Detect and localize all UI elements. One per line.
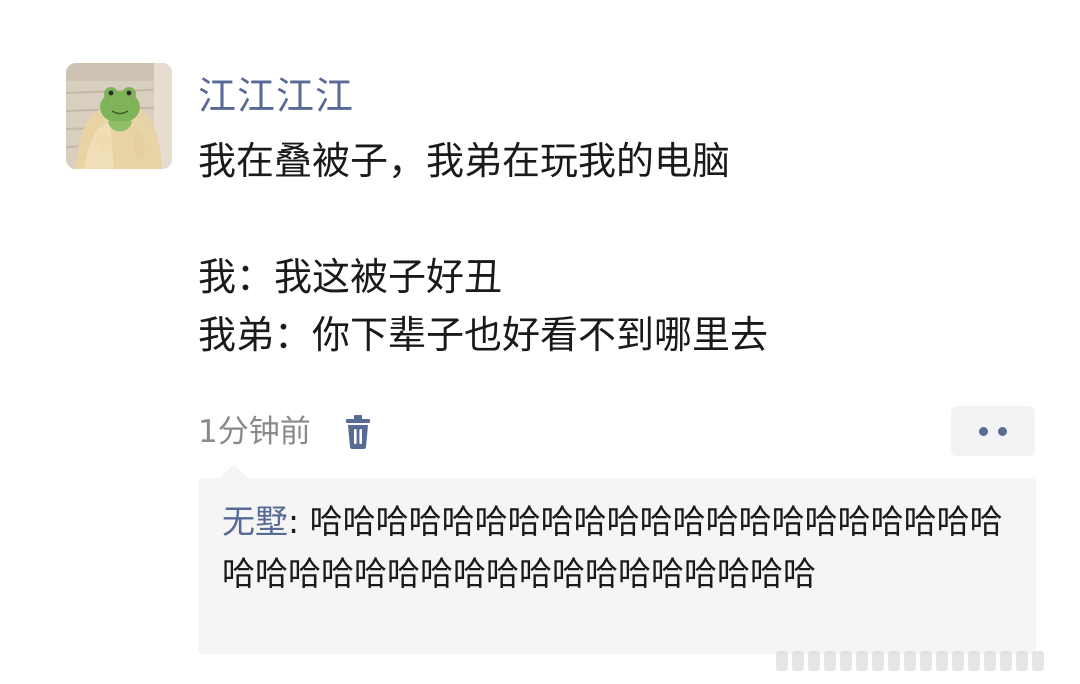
watermark-mark: [1016, 651, 1028, 671]
more-dots-icon[interactable]: [951, 406, 1035, 456]
post-content-line: 我在叠被子，我弟在玩我的电脑: [198, 139, 731, 183]
more-dot: [998, 426, 1007, 436]
more-dot: [979, 426, 988, 436]
watermark-mark: [824, 651, 836, 671]
watermark-mark: [776, 651, 788, 671]
post-content-line: 我弟：你下辈子也好看不到哪里去: [198, 313, 769, 357]
post-content: 我在叠被子，我弟在玩我的电脑 我：我这被子好丑 我弟：你下辈子也好看不到哪里去: [198, 132, 1048, 364]
post-content-line: [198, 190, 1048, 248]
trash-icon[interactable]: [341, 412, 375, 452]
watermark-mark: [920, 651, 932, 671]
watermark-mark: [1000, 651, 1012, 671]
watermark-mark: [968, 651, 980, 671]
watermark-mark: [952, 651, 964, 671]
post-meta: 1分钟前: [198, 406, 375, 458]
avatar[interactable]: [66, 63, 172, 169]
comment-author[interactable]: 无墅: [222, 502, 288, 541]
watermark-mark: [808, 651, 820, 671]
watermark-mark: [872, 651, 884, 671]
comment-section: 无墅: 哈哈哈哈哈哈哈哈哈哈哈哈哈哈哈哈哈哈哈哈哈哈哈哈哈哈哈哈哈哈哈哈哈哈哈哈…: [198, 464, 1036, 654]
watermark-mark: [840, 651, 852, 671]
watermark-mark: [856, 651, 868, 671]
frog-plush-avatar-image: [66, 63, 172, 169]
watermark-mark: [936, 651, 948, 671]
post-content-line: 我：我这被子好丑: [198, 255, 503, 299]
watermark-mark: [1032, 651, 1044, 671]
watermark-mark: [904, 651, 916, 671]
moments-post: 江江江江 我在叠被子，我弟在玩我的电脑 我：我这被子好丑 我弟：你下辈子也好看不…: [0, 0, 1080, 684]
post-timestamp: 1分钟前: [198, 414, 311, 450]
comment-text: 哈哈哈哈哈哈哈哈哈哈哈哈哈哈哈哈哈哈哈哈哈哈哈哈哈哈哈哈哈哈哈哈哈哈哈哈哈哈哈: [222, 502, 1003, 593]
watermark-mark: [984, 651, 996, 671]
watermark-mark: [888, 651, 900, 671]
author-name[interactable]: 江江江江: [198, 70, 354, 122]
watermark-mark: [792, 651, 804, 671]
comment-separator: :: [288, 502, 310, 541]
comment-item: 无墅: 哈哈哈哈哈哈哈哈哈哈哈哈哈哈哈哈哈哈哈哈哈哈哈哈哈哈哈哈哈哈哈哈哈哈哈哈…: [222, 496, 1022, 600]
watermark: [776, 648, 1048, 674]
